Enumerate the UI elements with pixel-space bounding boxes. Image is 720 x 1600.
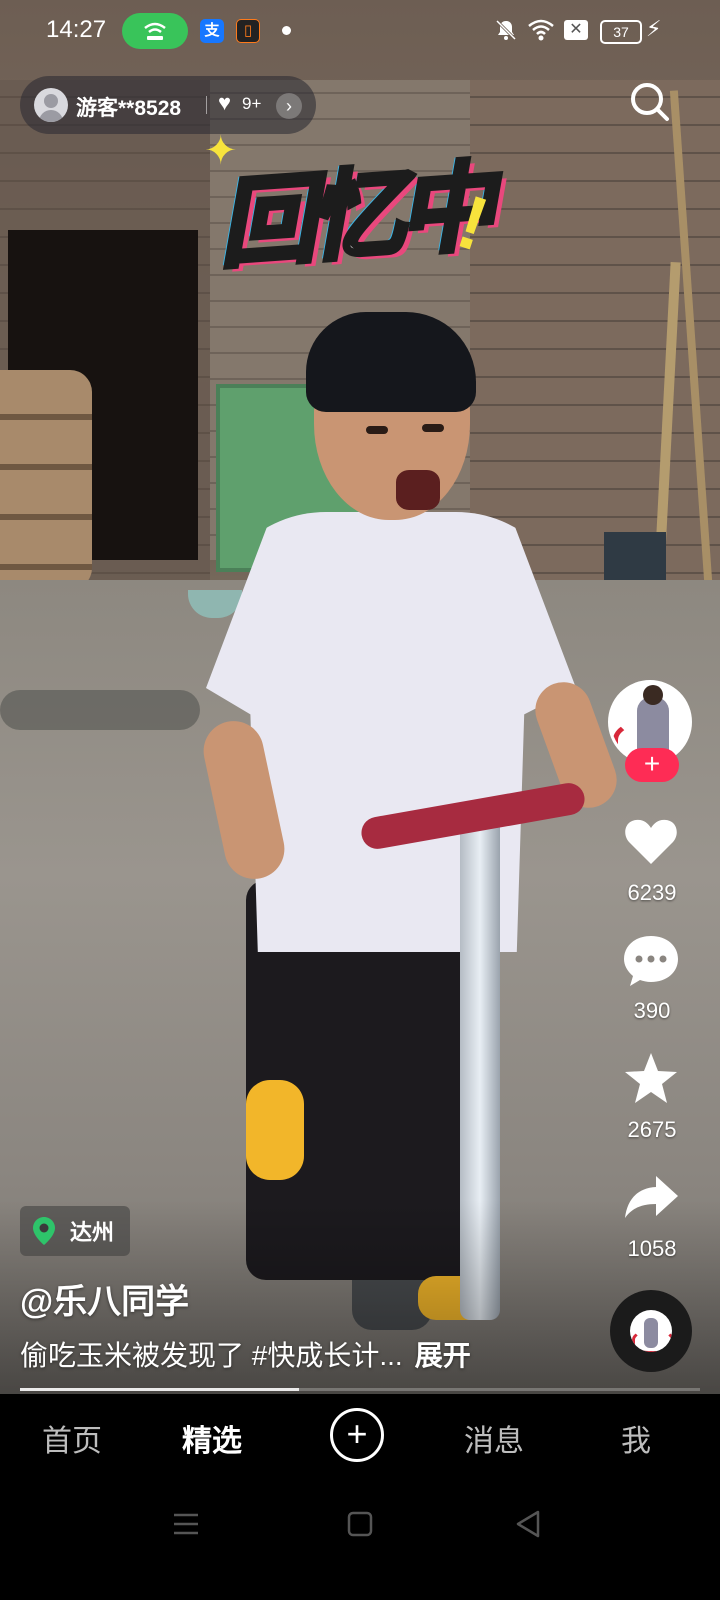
heart-icon: ♥ xyxy=(218,90,232,115)
nav-messages[interactable]: 消息 xyxy=(434,1416,554,1460)
heart-icon[interactable] xyxy=(622,812,680,870)
mute-icon xyxy=(495,19,517,41)
boy-slipper xyxy=(246,1080,304,1180)
battery-indicator: 37 xyxy=(600,20,642,44)
expand-link[interactable]: 展开 xyxy=(415,1340,471,1371)
nav-me[interactable]: 我 xyxy=(576,1416,696,1460)
boy-eye xyxy=(366,426,388,434)
guest-avatar xyxy=(34,88,68,122)
author-name[interactable]: @乐八同学 xyxy=(20,1274,189,1323)
video-sticker-text: 回忆中 xyxy=(213,151,495,282)
puddle xyxy=(0,690,200,730)
wifi-icon xyxy=(528,19,554,41)
boy-mouth xyxy=(396,470,440,510)
status-time: 14:27 xyxy=(46,16,107,43)
video-description: 偷吃玉米被发现了 #快成长计... 展开 xyxy=(20,1334,471,1374)
description-text: 偷吃玉米被发现了 #快成长计... xyxy=(20,1340,403,1371)
charging-icon: ⚡ xyxy=(646,16,662,41)
app-notification-icon: ▯ xyxy=(236,19,260,43)
home-square-icon[interactable] xyxy=(340,1504,380,1544)
more-notifications-dot xyxy=(282,26,291,35)
video-progress-fill xyxy=(20,1388,299,1391)
location-label: 达州 xyxy=(70,1220,115,1245)
back-triangle-icon[interactable] xyxy=(508,1504,548,1544)
likes-badge: 9+ xyxy=(242,94,262,113)
nav-featured[interactable]: 精选 xyxy=(152,1416,272,1460)
video-progress-bar[interactable] xyxy=(20,1388,700,1391)
guest-name: 游客**8528 xyxy=(76,97,182,120)
location-tag[interactable]: 达州 xyxy=(20,1206,131,1256)
hotspot-icon xyxy=(144,22,166,40)
comment-count: 390 xyxy=(633,998,671,1023)
star-icon[interactable] xyxy=(622,1050,680,1108)
no-sim-icon: ✕ xyxy=(564,20,588,40)
firewood-stack xyxy=(0,370,92,590)
share-icon[interactable] xyxy=(622,1168,680,1226)
music-disc[interactable] xyxy=(610,1290,692,1372)
nav-create-button[interactable]: + xyxy=(330,1408,384,1462)
menu-icon[interactable] xyxy=(166,1504,206,1544)
boy-eye xyxy=(422,424,444,432)
share-count: 1058 xyxy=(627,1236,677,1261)
hotspot-pill xyxy=(122,13,188,49)
location-pin-icon xyxy=(33,1217,55,1245)
music-disc-cover xyxy=(630,1310,672,1352)
bottom-nav: 首页 精选 + 消息 我 xyxy=(0,1394,720,1482)
divider xyxy=(206,96,207,114)
like-count: 6239 xyxy=(627,880,677,905)
status-bar: 14:27 支 ▯ ✕ 37 ⚡ xyxy=(0,0,720,64)
follow-button[interactable]: + xyxy=(625,748,679,782)
search-icon[interactable] xyxy=(628,80,672,124)
comment-icon[interactable] xyxy=(622,932,680,990)
favorite-count: 2675 xyxy=(627,1117,677,1142)
chevron-right-icon[interactable]: › xyxy=(276,93,302,119)
alipay-icon: 支 xyxy=(200,19,224,43)
nav-home[interactable]: 首页 xyxy=(12,1416,132,1460)
guest-profile-pill[interactable]: 游客**8528 ♥ 9+ › xyxy=(20,76,316,134)
boy-hair xyxy=(306,312,476,412)
